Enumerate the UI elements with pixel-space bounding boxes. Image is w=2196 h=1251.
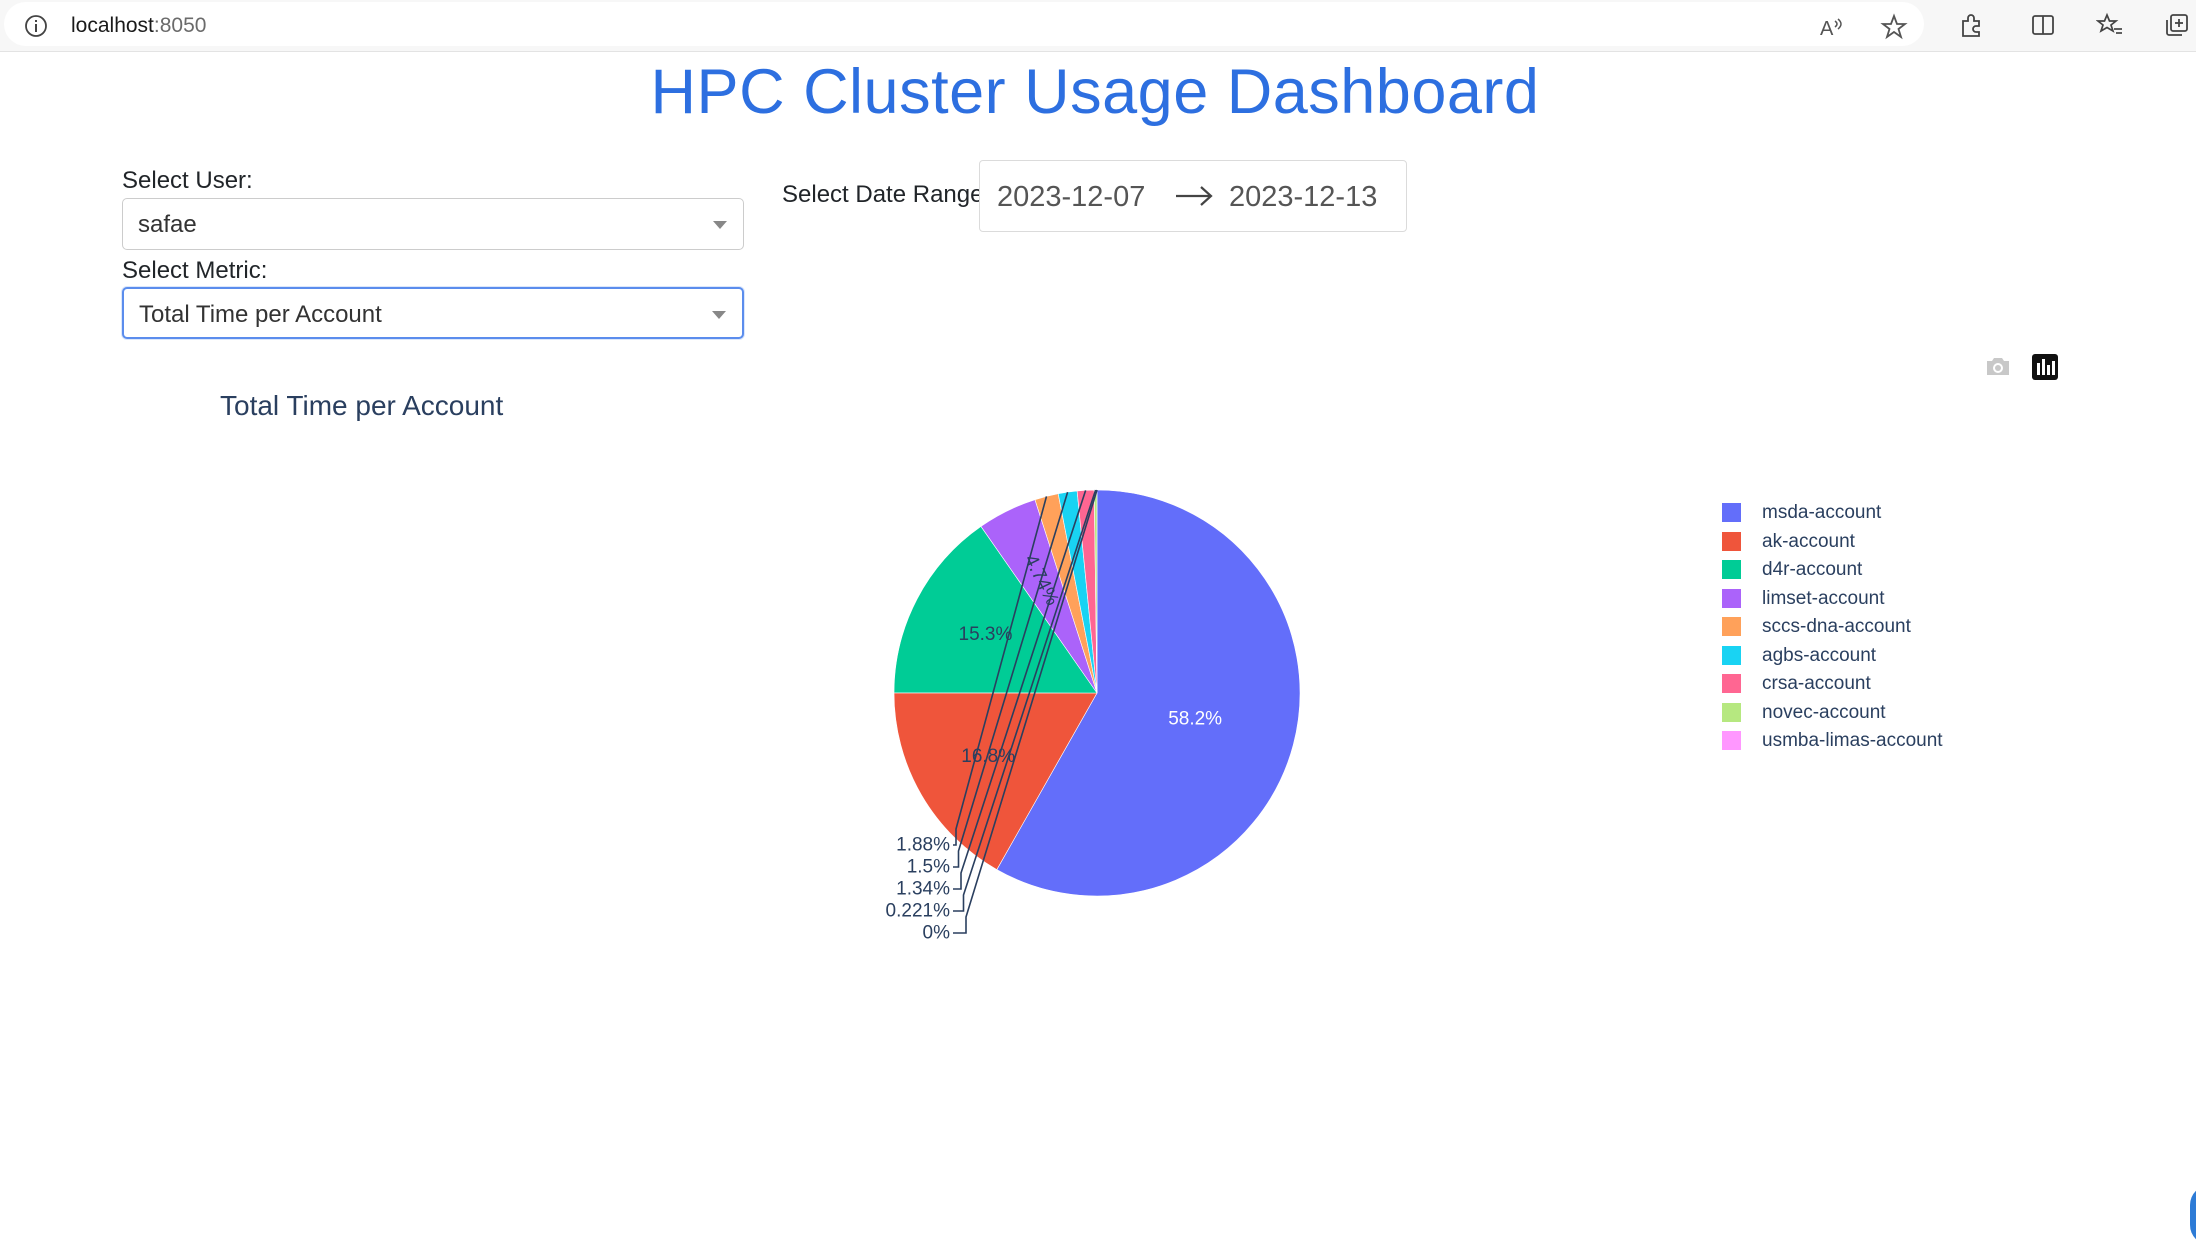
legend-swatch [1722,588,1741,608]
slice-label-outside: 0.221% [886,901,951,922]
legend-label: limset-account [1762,587,1885,609]
legend-label: sccs-dna-account [1762,616,1911,637]
legend-label: msda-account [1762,502,1882,523]
legend-swatch [1722,645,1741,665]
legend-swatch [1722,560,1741,579]
slice-label: 58.2% [1168,708,1222,729]
legend-label: agbs-account [1762,644,1877,666]
slice-label-outside: 0% [923,923,951,944]
slice-label-outside: 1.88% [896,835,950,856]
legend-label: d4r-account [1762,559,1863,580]
slice-label-outside: 1.34% [896,879,950,900]
legend-swatch [1722,503,1741,522]
legend-label: ak-account [1762,530,1855,552]
slice-label-outside: 1.5% [907,857,950,878]
legend-label: novec-account [1762,701,1886,723]
legend-swatch [1722,731,1741,750]
legend-label: usmba-limas-account [1762,730,1943,751]
legend-swatch [1722,531,1741,551]
legend-swatch [1722,617,1741,636]
slice-label: 15.3% [959,624,1013,645]
legend-swatch [1722,674,1741,693]
legend-label: crsa-account [1762,673,1871,694]
legend-swatch [1722,702,1741,722]
